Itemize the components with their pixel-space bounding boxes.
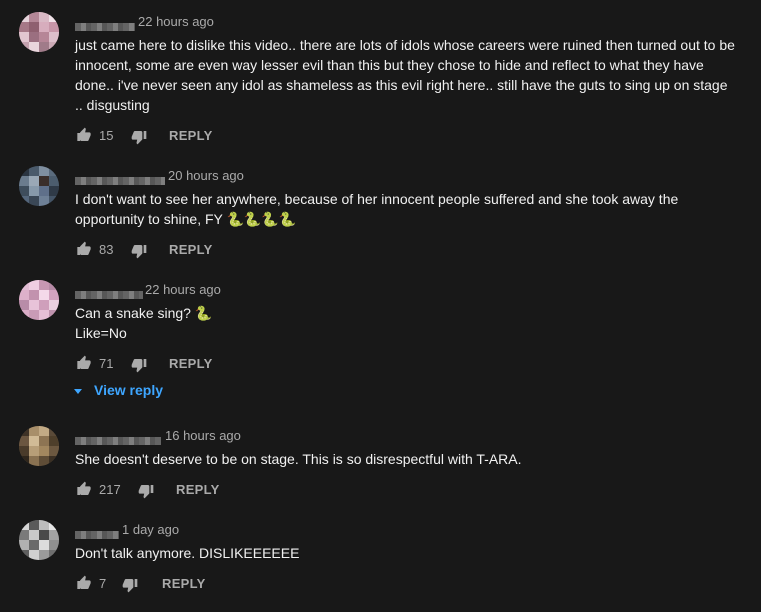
avatar-pixelated-image: [19, 280, 59, 320]
avatar-pixelated-image: [19, 166, 59, 206]
avatar-pixelated-image: [19, 426, 59, 466]
like-count: 217: [99, 482, 121, 497]
comment-text-content: She doesn't deserve to be on stage. This…: [75, 451, 522, 467]
like-count: 83: [99, 242, 114, 257]
author-name[interactable]: [75, 18, 135, 31]
view-reply-button[interactable]: View reply: [74, 382, 163, 398]
author-name-blurred: [75, 530, 119, 539]
like-count: 71: [99, 356, 114, 371]
comment-text: just came here to dislike this video.. t…: [75, 35, 735, 115]
thumbs-up-icon[interactable]: [75, 355, 93, 371]
thumbs-up-icon[interactable]: [75, 127, 93, 143]
caret-down-icon: [74, 388, 82, 394]
avatar[interactable]: [19, 12, 59, 52]
thumbs-up-icon[interactable]: [75, 241, 93, 257]
avatar-pixelated-image: [19, 12, 59, 52]
thumbs-down-icon[interactable]: [137, 483, 155, 499]
comment-timestamp[interactable]: 16 hours ago: [165, 428, 241, 443]
comment-timestamp[interactable]: 1 day ago: [122, 522, 179, 537]
comment-text-line-1: Can a snake sing? 🐍: [75, 305, 213, 321]
author-name[interactable]: [75, 172, 165, 185]
author-name-blurred: [75, 436, 161, 445]
author-name-blurred: [75, 290, 143, 299]
avatar[interactable]: [19, 166, 59, 206]
author-name-blurred: [75, 22, 135, 31]
comments-section: 22 hours ago just came here to dislike t…: [0, 0, 761, 612]
snake-emoji: 🐍🐍🐍🐍: [226, 211, 297, 227]
author-name[interactable]: [75, 286, 143, 299]
author-name-blurred: [75, 176, 165, 185]
thumbs-down-icon[interactable]: [121, 577, 139, 593]
comment-text-content: Don't talk anymore. DISLIKEEEEEE: [75, 545, 300, 561]
avatar[interactable]: [19, 426, 59, 466]
author-name[interactable]: [75, 526, 119, 539]
view-reply-label: View reply: [94, 382, 164, 398]
comment-timestamp[interactable]: 22 hours ago: [138, 14, 214, 29]
thumbs-up-icon[interactable]: [75, 575, 93, 591]
thumbs-down-icon[interactable]: [130, 129, 148, 145]
reply-button[interactable]: REPLY: [169, 242, 213, 257]
comment-timestamp[interactable]: 22 hours ago: [145, 282, 221, 297]
thumbs-up-icon[interactable]: [75, 481, 93, 497]
thumbs-down-icon[interactable]: [130, 357, 148, 373]
comment-text-content: just came here to dislike this video.. t…: [75, 37, 735, 113]
comment-timestamp[interactable]: 20 hours ago: [168, 168, 244, 183]
comment-text: She doesn't deserve to be on stage. This…: [75, 449, 735, 469]
avatar-pixelated-image: [19, 520, 59, 560]
reply-button[interactable]: REPLY: [176, 482, 220, 497]
avatar[interactable]: [19, 280, 59, 320]
like-count: 15: [99, 128, 114, 143]
reply-button[interactable]: REPLY: [169, 128, 213, 143]
author-name[interactable]: [75, 432, 161, 445]
reply-button[interactable]: REPLY: [169, 356, 213, 371]
comment-text: I don't want to see her anywhere, becaus…: [75, 189, 735, 229]
like-count: 7: [99, 576, 107, 591]
comment-text-line-2: Like=No: [75, 325, 127, 341]
comment-text: Don't talk anymore. DISLIKEEEEEE: [75, 543, 735, 563]
comment-text-content: I don't want to see her anywhere, becaus…: [75, 191, 679, 227]
reply-button[interactable]: REPLY: [162, 576, 206, 591]
snake-emoji: 🐍: [194, 305, 213, 321]
thumbs-down-icon[interactable]: [130, 243, 148, 259]
comment-text: Can a snake sing? 🐍 Like=No: [75, 303, 735, 343]
avatar[interactable]: [19, 520, 59, 560]
